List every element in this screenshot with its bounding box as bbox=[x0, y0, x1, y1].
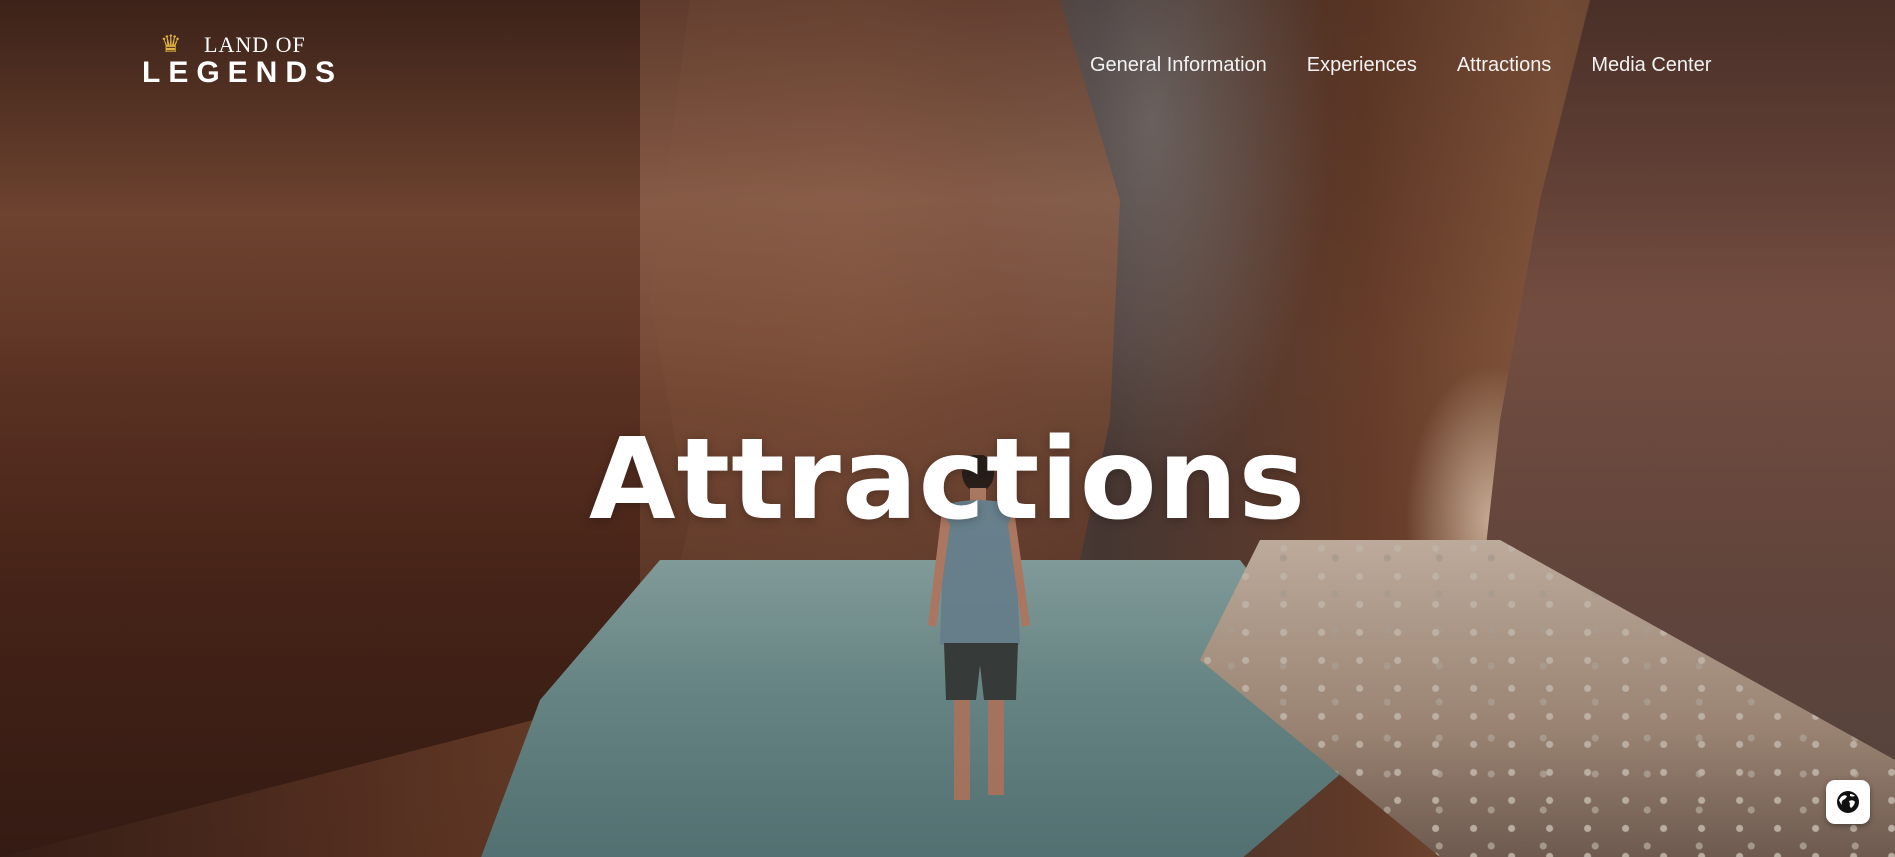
language-button[interactable] bbox=[1826, 780, 1870, 824]
main-navigation: General Information Experiences Attracti… bbox=[1090, 54, 1735, 78]
nav-experiences[interactable]: Experiences bbox=[1307, 54, 1417, 78]
nav-general-information[interactable]: General Information bbox=[1090, 54, 1267, 78]
page-title: Attractions bbox=[588, 415, 1307, 546]
logo-text-bottom: LEGENDS bbox=[142, 56, 344, 89]
globe-icon bbox=[1837, 791, 1859, 813]
site-logo[interactable]: ♛ LAND OF LEGENDS bbox=[142, 28, 342, 90]
nav-media-center[interactable]: Media Center bbox=[1591, 54, 1711, 78]
nav-attractions[interactable]: Attractions bbox=[1457, 54, 1551, 78]
crown-icon: ♛ bbox=[160, 31, 182, 58]
logo-text-top: LAND OF bbox=[204, 32, 306, 57]
